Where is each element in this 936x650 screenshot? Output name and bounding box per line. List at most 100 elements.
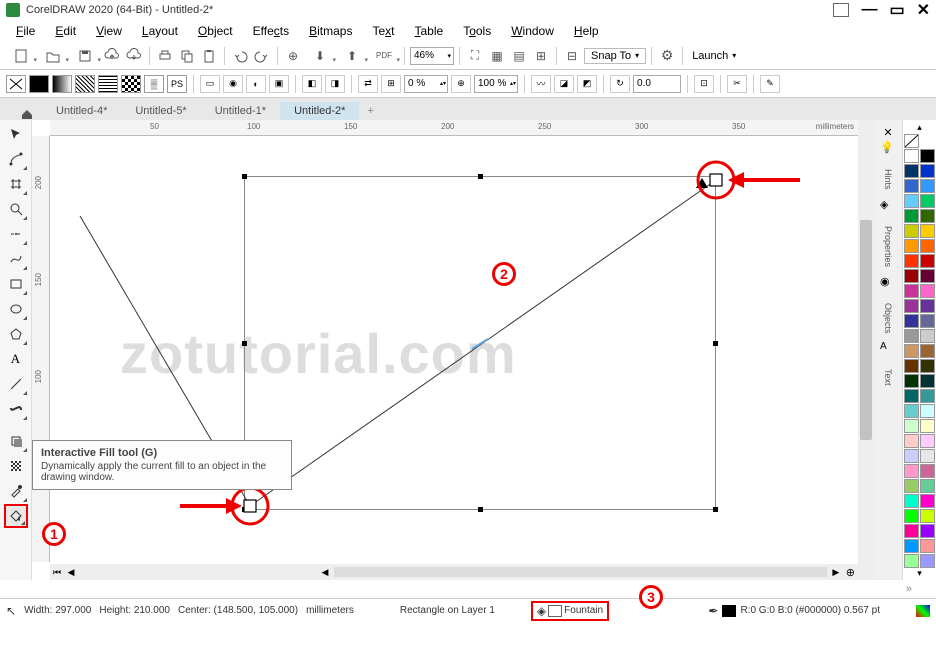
color-swatch[interactable] — [920, 329, 935, 343]
color-swatch[interactable] — [920, 554, 935, 568]
menu-file[interactable]: File — [8, 22, 43, 40]
color-swatch[interactable] — [904, 164, 919, 178]
transparency-100[interactable]: 100 %▴▾ — [474, 75, 518, 93]
accel-btn1[interactable]: ◪ — [554, 75, 574, 93]
edit-fill[interactable]: ✎ — [760, 75, 780, 93]
color-swatch[interactable] — [920, 389, 935, 403]
fill-type-square[interactable]: ▣ — [269, 75, 289, 93]
color-swatch[interactable] — [904, 269, 919, 283]
selected-rectangle[interactable] — [244, 176, 716, 510]
color-swatch[interactable] — [920, 449, 935, 463]
interactive-fill-tool[interactable] — [4, 504, 28, 528]
color-swatch[interactable] — [904, 239, 919, 253]
outline-indicator[interactable]: ✒ R:0 G:0 B:0 (#000000) 0.567 pt — [708, 604, 880, 618]
color-swatch[interactable] — [920, 164, 935, 178]
transparency-tool[interactable] — [4, 454, 28, 478]
color-proof-icon[interactable] — [916, 605, 930, 617]
fill-type-radial[interactable]: ◉ — [223, 75, 243, 93]
menu-bitmaps[interactable]: Bitmaps — [301, 22, 360, 40]
options-button[interactable]: ⚙ — [657, 46, 677, 66]
cloud-down-button[interactable] — [124, 46, 144, 66]
color-swatch[interactable] — [920, 224, 935, 238]
save-button[interactable]: ▾ — [70, 46, 100, 66]
paste-button[interactable] — [199, 46, 219, 66]
export-button[interactable]: ⬆▾ — [337, 46, 367, 66]
fountain-fill-button[interactable] — [52, 75, 72, 93]
shape-tool[interactable] — [4, 147, 28, 171]
color-swatch[interactable] — [904, 359, 919, 373]
color-swatch[interactable] — [920, 434, 935, 448]
color-swatch[interactable] — [920, 539, 935, 553]
cloud-up-button[interactable] — [102, 46, 122, 66]
color-swatch[interactable] — [904, 179, 919, 193]
reverse-fill[interactable]: ⇄ — [358, 75, 378, 93]
color-swatch[interactable] — [904, 374, 919, 388]
rectangle-tool[interactable] — [4, 272, 28, 296]
menu-table[interactable]: Table — [407, 22, 452, 40]
color-swatch[interactable] — [904, 539, 919, 553]
color-swatch[interactable] — [904, 554, 919, 568]
docker-close-icon[interactable]: ✕ — [883, 126, 892, 139]
fill-indicator[interactable]: ◈ Fountain — [531, 601, 609, 621]
polygon-tool[interactable] — [4, 322, 28, 346]
color-swatch[interactable] — [904, 479, 919, 493]
open-button[interactable]: ▾ — [38, 46, 68, 66]
artistic-tool[interactable] — [4, 247, 28, 271]
pick-tool[interactable] — [4, 122, 28, 146]
color-swatch[interactable] — [920, 374, 935, 388]
docker-objects[interactable]: Objects — [881, 297, 895, 340]
menu-layout[interactable]: Layout — [134, 22, 186, 40]
color-swatch[interactable] — [920, 494, 935, 508]
canvas[interactable]: 50 100 150 200 250 300 350 millimeters 2… — [32, 120, 858, 580]
launch-dropdown[interactable]: Launch ▾ — [688, 49, 740, 63]
accel-btn2[interactable]: ◩ — [577, 75, 597, 93]
fullscreen-button[interactable]: ⛶ — [465, 46, 485, 66]
properties-icon[interactable]: ◈ — [880, 198, 896, 214]
grid-button[interactable]: ▦ — [487, 46, 507, 66]
docker-expand[interactable]: » — [906, 583, 912, 595]
uniform-fill-button[interactable] — [29, 75, 49, 93]
tab-untitled-4[interactable]: Untitled-4* — [42, 102, 121, 120]
align-button[interactable]: ⊟ — [562, 46, 582, 66]
import-button[interactable]: ⬇▾ — [305, 46, 335, 66]
fill-type-linear[interactable]: ▭ — [200, 75, 220, 93]
color-swatch[interactable] — [920, 209, 935, 223]
connector-tool[interactable] — [4, 397, 28, 421]
guides-button[interactable]: ⊞ — [531, 46, 551, 66]
color-swatch[interactable] — [920, 284, 935, 298]
color-swatch[interactable] — [920, 269, 935, 283]
color-swatch[interactable] — [904, 209, 919, 223]
node-start-color[interactable]: ◧ — [302, 75, 322, 93]
redo-button[interactable] — [252, 46, 272, 66]
color-swatch[interactable] — [904, 449, 919, 463]
maximize-button[interactable]: ▭ — [889, 0, 904, 20]
color-swatch[interactable] — [920, 359, 935, 373]
swatch-none[interactable] — [904, 134, 919, 148]
postscript-fill-button[interactable]: PS — [167, 75, 187, 93]
color-swatch[interactable] — [920, 404, 935, 418]
pattern-fill-button[interactable] — [75, 75, 95, 93]
twocolor-fill-button[interactable] — [121, 75, 141, 93]
tab-untitled-5[interactable]: Untitled-5* — [121, 102, 200, 120]
color-swatch[interactable] — [904, 299, 919, 313]
color-swatch[interactable] — [920, 314, 935, 328]
pattern2-fill-button[interactable] — [98, 75, 118, 93]
copy-fill[interactable]: ✂ — [727, 75, 747, 93]
color-swatch[interactable] — [904, 284, 919, 298]
menu-object[interactable]: Object — [190, 22, 241, 40]
free-scale[interactable]: ⊡ — [694, 75, 714, 93]
tab-add[interactable]: + — [359, 102, 381, 120]
ellipse-tool[interactable] — [4, 297, 28, 321]
docker-hints[interactable]: Hints — [881, 163, 895, 196]
undo-button[interactable] — [230, 46, 250, 66]
pdf-button[interactable]: PDF▾ — [369, 46, 399, 66]
docker-text[interactable]: Text — [881, 363, 895, 392]
angle-box[interactable]: 0.0 — [633, 75, 681, 93]
find-button[interactable]: ⊕ — [283, 46, 303, 66]
color-swatch[interactable] — [920, 464, 935, 478]
edge-pad[interactable]: ⊕ — [451, 75, 471, 93]
color-swatch[interactable] — [920, 479, 935, 493]
palette-down[interactable]: ▾ — [903, 568, 936, 579]
color-swatch[interactable] — [904, 419, 919, 433]
close-button[interactable]: ✕ — [917, 0, 930, 20]
